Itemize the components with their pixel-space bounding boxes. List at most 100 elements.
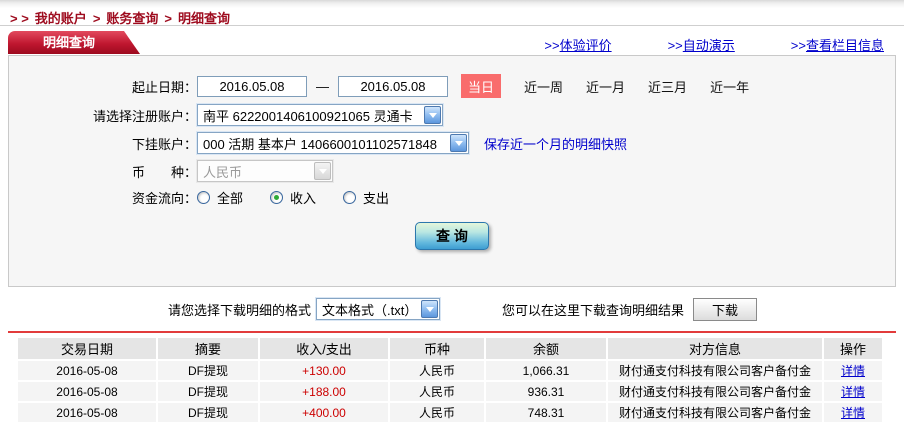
cell-summary: DF提现 — [158, 403, 258, 422]
quick-range-0[interactable]: 近一周 — [524, 80, 563, 95]
breadcrumb-item-0[interactable]: 我的账户 — [35, 11, 87, 26]
dropdown-arrow-icon — [314, 162, 331, 180]
download-result-label: 您可以在这里下载查询明细结果 — [502, 302, 685, 318]
quick-range-2[interactable]: 近三月 — [648, 80, 687, 95]
flow-label: 资金流向： — [131, 191, 197, 206]
table-row: 2016-05-08 DF提现 +130.00 人民币 1,066.31 财付通支付科技有… — [18, 361, 882, 380]
today-button[interactable]: 当日 — [461, 74, 502, 98]
breadcrumb-prefix: > > — [10, 11, 29, 26]
cell-amount: +188.00 — [260, 382, 388, 401]
cell-currency: 人民币 — [390, 382, 484, 401]
flow-row: 资金流向： 全部 收入 支出 — [9, 188, 895, 207]
registered-account-select[interactable]: 南平 6222001406100921065 灵通卡 — [197, 104, 443, 126]
header-link-1[interactable]: >>自动演示 — [668, 35, 735, 54]
quick-range-3[interactable]: 近一年 — [710, 80, 749, 95]
column-header-3: 币种 — [390, 338, 484, 359]
cell-summary: DF提现 — [158, 361, 258, 380]
date-range-label: 起止日期： — [131, 79, 197, 95]
date-from-input[interactable] — [197, 75, 307, 97]
radio-unchecked-icon[interactable] — [343, 191, 357, 204]
cell-summary: DF提现 — [158, 382, 258, 401]
cell-balance: 1,066.31 — [486, 361, 606, 380]
cell-counterparty: 财付通支付科技有限公司客户备付金 — [608, 403, 822, 422]
table-row: 2016-05-08 DF提现 +400.00 人民币 748.31 财付通支付科技有限公… — [18, 403, 882, 422]
snapshot-link[interactable]: 保存近一个月的明细快照 — [484, 134, 627, 153]
cell-balance: 748.31 — [486, 403, 606, 422]
column-header-1: 摘要 — [158, 338, 258, 359]
registered-account-label: 请选择注册账户： — [92, 108, 197, 124]
registered-account-value: 南平 6222001406100921065 灵通卡 — [203, 108, 413, 124]
cell-counterparty: 财付通支付科技有限公司客户备付金 — [608, 361, 822, 380]
sub-account-value: 000 活期 基本户 1406600101102571848 — [203, 136, 437, 152]
download-row: 请您选择下载明细的格式 文本格式（.txt） 您可以在这里下载查询明细结果 下载 — [168, 297, 904, 321]
dropdown-arrow-icon[interactable] — [424, 106, 441, 124]
quick-range-1[interactable]: 近一月 — [586, 80, 625, 95]
radio-unchecked-icon[interactable] — [197, 191, 210, 204]
chevrons-icon: >> — [544, 38, 560, 53]
detail-link[interactable]: 详情 — [841, 364, 865, 378]
dropdown-arrow-icon[interactable] — [450, 134, 467, 152]
header-links: >>体验评价 >>自动演示 >>查看栏目信息 — [544, 35, 884, 54]
date-range-row: 起止日期： — 当日 近一周 近一月 近三月 近一年 — [9, 74, 895, 98]
quick-ranges: 近一周 近一月 近三月 近一年 — [501, 77, 749, 96]
column-header-2: 收入/支出 — [260, 338, 388, 359]
breadcrumb-separator: > — [164, 11, 173, 26]
transactions-body: 2016-05-08 DF提现 +130.00 人民币 1,066.31 财付通支付科技有… — [18, 361, 882, 422]
detail-query-page: > > 我的账户 > 账务查询 > 明细查询 明细查询 >>体验评价 >>自动演示 >>查看栏… — [0, 0, 904, 426]
section-header: 明细查询 >>体验评价 >>自动演示 >>查看栏目信息 — [0, 29, 904, 55]
column-header-5: 对方信息 — [608, 338, 822, 359]
date-dash: — — [316, 78, 329, 94]
sub-account-select[interactable]: 000 活期 基本户 1406600101102571848 — [197, 132, 469, 154]
query-button[interactable]: 查 询 — [415, 222, 489, 250]
flow-option-label: 全部 — [217, 191, 244, 206]
query-form: 起止日期： — 当日 近一周 近一月 近三月 近一年 请选择注册账户： 南平 6222… — [8, 55, 896, 287]
download-format-select[interactable]: 文本格式（.txt） — [316, 298, 441, 320]
cell-balance: 936.31 — [486, 382, 606, 401]
table-row: 2016-05-08 DF提现 +188.00 人民币 936.31 财付通支付科技有限公… — [18, 382, 882, 401]
cell-action: 详情 — [824, 361, 882, 380]
flow-option-1[interactable]: 收入 — [270, 188, 316, 207]
registered-account-row: 请选择注册账户： 南平 6222001406100921065 灵通卡 — [9, 104, 895, 126]
dropdown-arrow-icon[interactable] — [421, 300, 439, 318]
detail-link[interactable]: 详情 — [841, 385, 865, 399]
sub-account-row: 下挂账户： 000 活期 基本户 1406600101102571848 保存近… — [9, 132, 895, 154]
column-header-4: 余额 — [486, 338, 606, 359]
query-button-row: 查 询 — [9, 222, 895, 250]
download-format-value: 文本格式（.txt） — [322, 302, 418, 318]
cell-date: 2016-05-08 — [18, 403, 156, 422]
cell-counterparty: 财付通支付科技有限公司客户备付金 — [608, 382, 822, 401]
breadcrumb-item-1[interactable]: 账务查询 — [106, 11, 158, 26]
chevrons-icon: >> — [667, 38, 683, 53]
flow-option-0[interactable]: 全部 — [197, 188, 243, 207]
cell-action: 详情 — [824, 403, 882, 422]
cell-amount: +400.00 — [260, 403, 388, 422]
column-header-6: 操作 — [824, 338, 882, 359]
detail-link[interactable]: 详情 — [841, 406, 865, 420]
currency-row: 币 种： 人民币 — [9, 160, 895, 182]
download-button[interactable]: 下载 — [693, 297, 758, 321]
radio-checked-icon[interactable] — [270, 191, 284, 204]
header-link-label: 体验评价 — [559, 38, 612, 53]
sub-account-label: 下挂账户： — [131, 136, 197, 152]
currency-label: 币 种： — [131, 164, 197, 180]
header-link-2[interactable]: >>查看栏目信息 — [791, 35, 884, 54]
currency-select: 人民币 — [197, 160, 333, 182]
cell-date: 2016-05-08 — [18, 382, 156, 401]
download-format-label: 请您选择下载明细的格式 — [168, 302, 312, 318]
flow-option-2[interactable]: 支出 — [343, 188, 389, 207]
flow-options: 全部 收入 支出 — [197, 188, 416, 207]
date-to-input[interactable] — [338, 75, 448, 97]
tab-detail-query[interactable]: 明细查询 — [8, 31, 140, 54]
table-header-row: 交易日期 摘要 收入/支出 币种 余额 对方信息 操作 — [18, 338, 882, 359]
header-link-label: 自动演示 — [682, 38, 735, 53]
chevrons-icon: >> — [790, 38, 806, 53]
header-link-0[interactable]: >>体验评价 — [544, 35, 611, 54]
cell-amount: +130.00 — [260, 361, 388, 380]
cell-currency: 人民币 — [390, 403, 484, 422]
header-link-label: 查看栏目信息 — [805, 38, 884, 53]
column-header-0: 交易日期 — [18, 338, 156, 359]
breadcrumb-item-2[interactable]: 明细查询 — [178, 11, 230, 26]
breadcrumb: > > 我的账户 > 账务查询 > 明细查询 — [0, 0, 904, 26]
cell-action: 详情 — [824, 382, 882, 401]
cell-currency: 人民币 — [390, 361, 484, 380]
